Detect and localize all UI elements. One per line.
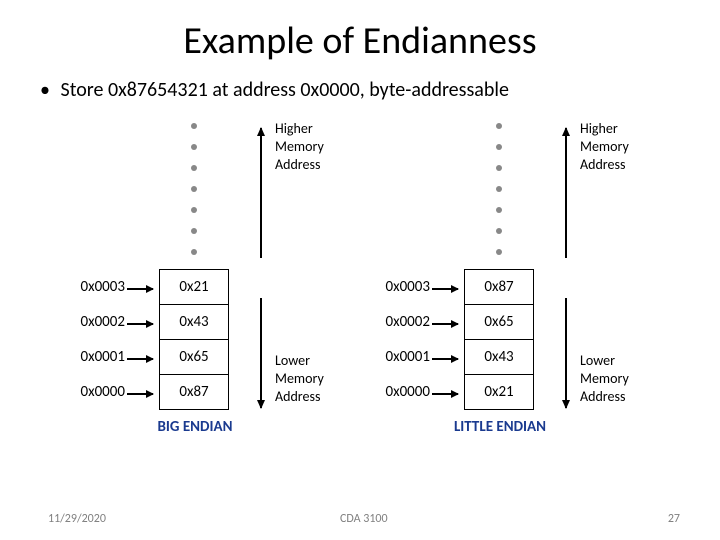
- little-byte-1: 0x65: [464, 304, 534, 340]
- big-endian-group: 0x21 0x43 0x65 0x87 0x0003 0x0002 0x0001…: [65, 120, 365, 475]
- big-higher-arrow: [260, 128, 262, 258]
- big-lower-label: Lower Memory Address: [275, 352, 355, 406]
- little-lower-label: Lower Memory Address: [580, 352, 660, 406]
- addr-0003: 0x0003: [65, 278, 125, 296]
- little-endian-stack: 0x87 0x65 0x43 0x21: [464, 270, 534, 410]
- little-byte-2: 0x43: [464, 339, 534, 375]
- addr-arrow-1: [127, 323, 153, 325]
- addr2-0001: 0x0001: [370, 348, 430, 366]
- slide-title: Example of Endianness: [0, 18, 720, 64]
- little-endian-group: 0x87 0x65 0x43 0x21 0x0003 0x0002 0x0001…: [370, 120, 670, 475]
- addr2-arrow-3: [432, 393, 458, 395]
- footer-page: 27: [668, 512, 680, 526]
- addr-arrow-3: [127, 393, 153, 395]
- little-byte-0: 0x87: [464, 269, 534, 305]
- bullet-text: Store 0x87654321 at address 0x0000, byte…: [61, 78, 509, 102]
- addr2-arrow-0: [432, 288, 458, 290]
- big-endian-stack: 0x21 0x43 0x65 0x87: [159, 270, 229, 410]
- bullet-row: • Store 0x87654321 at address 0x0000, by…: [40, 78, 509, 102]
- little-higher-arrow: [565, 128, 567, 258]
- big-byte-1: 0x43: [159, 304, 229, 340]
- big-byte-2: 0x65: [159, 339, 229, 375]
- diagram: 0x21 0x43 0x65 0x87 0x0003 0x0002 0x0001…: [65, 120, 675, 475]
- little-byte-3: 0x21: [464, 374, 534, 410]
- footer-date: 11/29/2020: [48, 512, 106, 526]
- addr2-0002: 0x0002: [370, 313, 430, 331]
- big-byte-0: 0x21: [159, 269, 229, 305]
- big-byte-3: 0x87: [159, 374, 229, 410]
- big-endian-caption: BIG ENDIAN: [125, 418, 265, 436]
- bullet-dot: •: [40, 78, 56, 102]
- addr-0001: 0x0001: [65, 348, 125, 366]
- big-dots-top: [159, 120, 229, 288]
- little-lower-arrow: [565, 298, 567, 408]
- little-endian-caption: LITTLE ENDIAN: [430, 418, 570, 436]
- addr2-arrow-1: [432, 323, 458, 325]
- footer-course: CDA 3100: [340, 512, 388, 526]
- addr-0002: 0x0002: [65, 313, 125, 331]
- little-dots-top: [464, 120, 534, 288]
- addr2-0003: 0x0003: [370, 278, 430, 296]
- little-higher-label: Higher Memory Address: [580, 120, 660, 174]
- addr-arrow-2: [127, 358, 153, 360]
- slide: Example of Endianness • Store 0x87654321…: [0, 0, 720, 540]
- addr-0000: 0x0000: [65, 383, 125, 401]
- addr-arrow-0: [127, 288, 153, 290]
- big-lower-arrow: [260, 298, 262, 408]
- big-higher-label: Higher Memory Address: [275, 120, 355, 174]
- addr2-arrow-2: [432, 358, 458, 360]
- addr2-0000: 0x0000: [370, 383, 430, 401]
